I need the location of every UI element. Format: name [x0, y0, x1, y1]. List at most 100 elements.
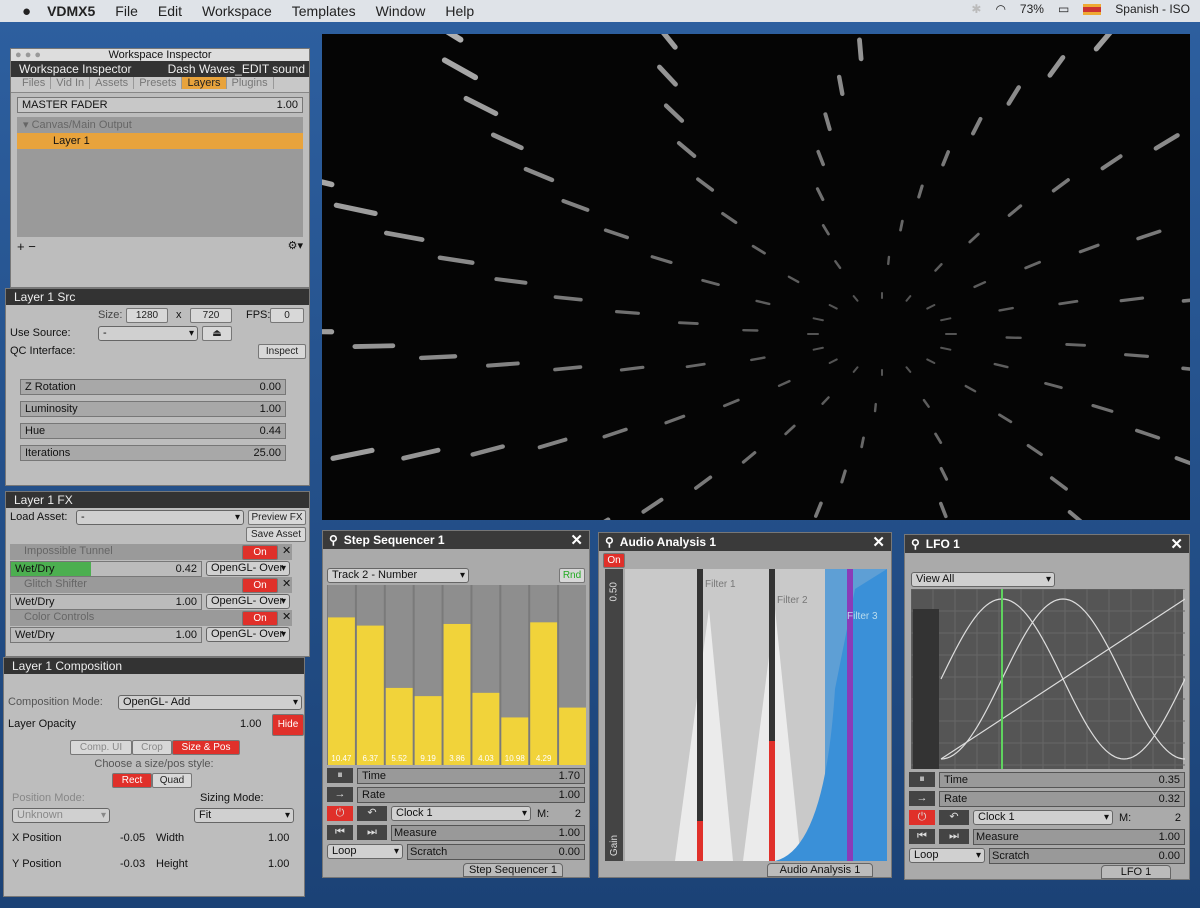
audio-on-button[interactable]: On: [603, 553, 625, 568]
apple-icon[interactable]: ●: [22, 3, 31, 20]
close-icon[interactable]: ✕: [282, 577, 291, 590]
wetdry-slider[interactable]: Wet/Dry 1.00: [10, 594, 202, 610]
quad-button[interactable]: Quad: [152, 773, 192, 788]
tab-presets[interactable]: Presets: [134, 77, 183, 89]
measure-slider[interactable]: Measure 1.00: [973, 829, 1185, 845]
fx-on-button[interactable]: On: [242, 611, 278, 626]
param-iterations[interactable]: Iterations 25.00: [20, 445, 286, 461]
tab-comp-ui[interactable]: Comp. UI: [70, 740, 132, 755]
inspect-button[interactable]: Inspect: [258, 344, 306, 359]
gain-slider[interactable]: 0.50 Gain: [605, 569, 623, 861]
preview-output[interactable]: [322, 34, 1190, 520]
track-select[interactable]: Track 2 - Number: [327, 568, 469, 583]
power-icon[interactable]: ⏻: [327, 806, 353, 821]
tab-layers[interactable]: Layers: [182, 77, 227, 89]
pause-icon[interactable]: ⏸: [909, 772, 935, 787]
step-grid[interactable]: 10.47 6.37 5.52 9.19 3.86 4.03 10.98 4.29: [327, 585, 586, 765]
tree-layer-1[interactable]: Layer 1: [17, 133, 303, 149]
audio-footer[interactable]: Audio Analysis 1: [767, 863, 873, 877]
tab-crop[interactable]: Crop: [132, 740, 172, 755]
use-source-select[interactable]: -: [98, 326, 198, 341]
search-icon[interactable]: ⚲: [605, 535, 614, 549]
lfo-display[interactable]: [910, 588, 1186, 769]
height-value[interactable]: 1.00: [268, 858, 289, 870]
add-remove-buttons[interactable]: + −: [17, 239, 36, 254]
opacity-value[interactable]: 1.00: [240, 718, 261, 730]
lfo-footer[interactable]: LFO 1: [1101, 865, 1171, 879]
bluetooth-icon[interactable]: ✱: [971, 2, 981, 16]
param-hue[interactable]: Hue 0.44: [20, 423, 286, 439]
tab-size-pos[interactable]: Size & Pos: [172, 740, 240, 755]
skip-back-icon[interactable]: ⏮: [909, 829, 935, 844]
menu-help[interactable]: Help: [445, 3, 474, 19]
width-value[interactable]: 1.00: [268, 832, 289, 844]
arrow-icon[interactable]: →: [327, 787, 353, 802]
wifi-icon[interactable]: ◠: [995, 2, 1005, 16]
sizing-mode-select[interactable]: Fit: [194, 808, 294, 823]
loop-select[interactable]: Loop: [327, 844, 403, 859]
master-fader[interactable]: MASTER FADER 1.00: [17, 97, 303, 113]
width-field[interactable]: 1280: [126, 308, 168, 323]
blend-mode-select[interactable]: OpenGL- Over: [206, 627, 290, 642]
tab-vid-in[interactable]: Vid In: [51, 77, 91, 89]
layer-src-header[interactable]: Layer 1 Src: [6, 289, 309, 305]
rewind-icon[interactable]: ↶: [357, 806, 387, 821]
layer-comp-header[interactable]: Layer 1 Composition: [4, 658, 304, 674]
close-icon[interactable]: ✕: [570, 531, 583, 549]
save-asset-button[interactable]: Save Asset: [246, 527, 306, 542]
spectrum-display[interactable]: Filter 1 Filter 2 Filter 3: [625, 569, 887, 861]
skip-forward-icon[interactable]: ⏭: [939, 829, 969, 844]
battery-status[interactable]: 73%: [1020, 2, 1044, 16]
step-seq-titlebar[interactable]: ⚲ Step Sequencer 1 ✕: [323, 531, 589, 549]
hide-button[interactable]: Hide: [272, 714, 304, 736]
position-mode-select[interactable]: Unknown: [12, 808, 110, 823]
tab-plugins[interactable]: Plugins: [227, 77, 274, 89]
search-icon[interactable]: ⚲: [911, 537, 920, 551]
skip-forward-icon[interactable]: ⏭: [357, 825, 387, 840]
eject-icon[interactable]: ⏏: [202, 326, 232, 341]
load-asset-select[interactable]: -: [76, 510, 244, 525]
clock-select[interactable]: Clock 1: [973, 810, 1113, 825]
loop-select[interactable]: Loop: [909, 848, 985, 863]
x-position-value[interactable]: -0.05: [120, 832, 145, 844]
blend-mode-select[interactable]: OpenGL- Over: [206, 561, 290, 576]
measure-slider[interactable]: Measure 1.00: [391, 825, 585, 841]
scratch-slider[interactable]: Scratch 0.00: [407, 844, 585, 860]
fps-field[interactable]: 0: [270, 308, 304, 323]
close-icon[interactable]: ✕: [282, 544, 291, 557]
fx-header[interactable]: Color Controls On ✕: [10, 610, 292, 626]
rate-slider[interactable]: Rate 1.00: [357, 787, 585, 803]
tab-files[interactable]: Files: [17, 77, 52, 89]
comp-mode-select[interactable]: OpenGL- Add: [118, 695, 302, 710]
view-select[interactable]: View All: [911, 572, 1055, 587]
menu-templates[interactable]: Templates: [292, 3, 356, 19]
search-icon[interactable]: ⚲: [329, 533, 338, 547]
time-slider[interactable]: Time 1.70: [357, 768, 585, 784]
wetdry-slider[interactable]: Wet/Dry 1.00: [10, 627, 202, 643]
tree-canvas[interactable]: ▾ Canvas/Main Output: [17, 117, 303, 133]
rect-button[interactable]: Rect: [112, 773, 152, 788]
rnd-button[interactable]: Rnd: [559, 568, 585, 583]
pause-icon[interactable]: ⏸: [327, 768, 353, 783]
power-icon[interactable]: ⏻: [909, 810, 935, 825]
close-icon[interactable]: ✕: [1170, 535, 1183, 553]
scratch-slider[interactable]: Scratch 0.00: [989, 848, 1185, 864]
arrow-icon[interactable]: →: [909, 791, 935, 806]
menu-workspace[interactable]: Workspace: [202, 3, 272, 19]
clock-select[interactable]: Clock 1: [391, 806, 531, 821]
step-seq-footer[interactable]: Step Sequencer 1: [463, 863, 563, 877]
fx-on-button[interactable]: On: [242, 545, 278, 560]
layer-fx-header[interactable]: Layer 1 FX: [6, 492, 309, 508]
lfo-titlebar[interactable]: ⚲ LFO 1 ✕: [905, 535, 1189, 553]
audio-titlebar[interactable]: ⚲ Audio Analysis 1 ✕: [599, 533, 891, 551]
menu-file[interactable]: File: [115, 3, 138, 19]
app-menu[interactable]: VDMX5: [47, 3, 95, 19]
skip-back-icon[interactable]: ⏮: [327, 825, 353, 840]
fx-header[interactable]: Glitch Shifter On ✕: [10, 577, 292, 593]
close-icon[interactable]: ✕: [282, 610, 291, 623]
rate-slider[interactable]: Rate 0.32: [939, 791, 1185, 807]
menu-window[interactable]: Window: [376, 3, 426, 19]
rewind-icon[interactable]: ↶: [939, 810, 969, 825]
window-controls[interactable]: ● ● ●: [15, 49, 41, 61]
fx-on-button[interactable]: On: [242, 578, 278, 593]
